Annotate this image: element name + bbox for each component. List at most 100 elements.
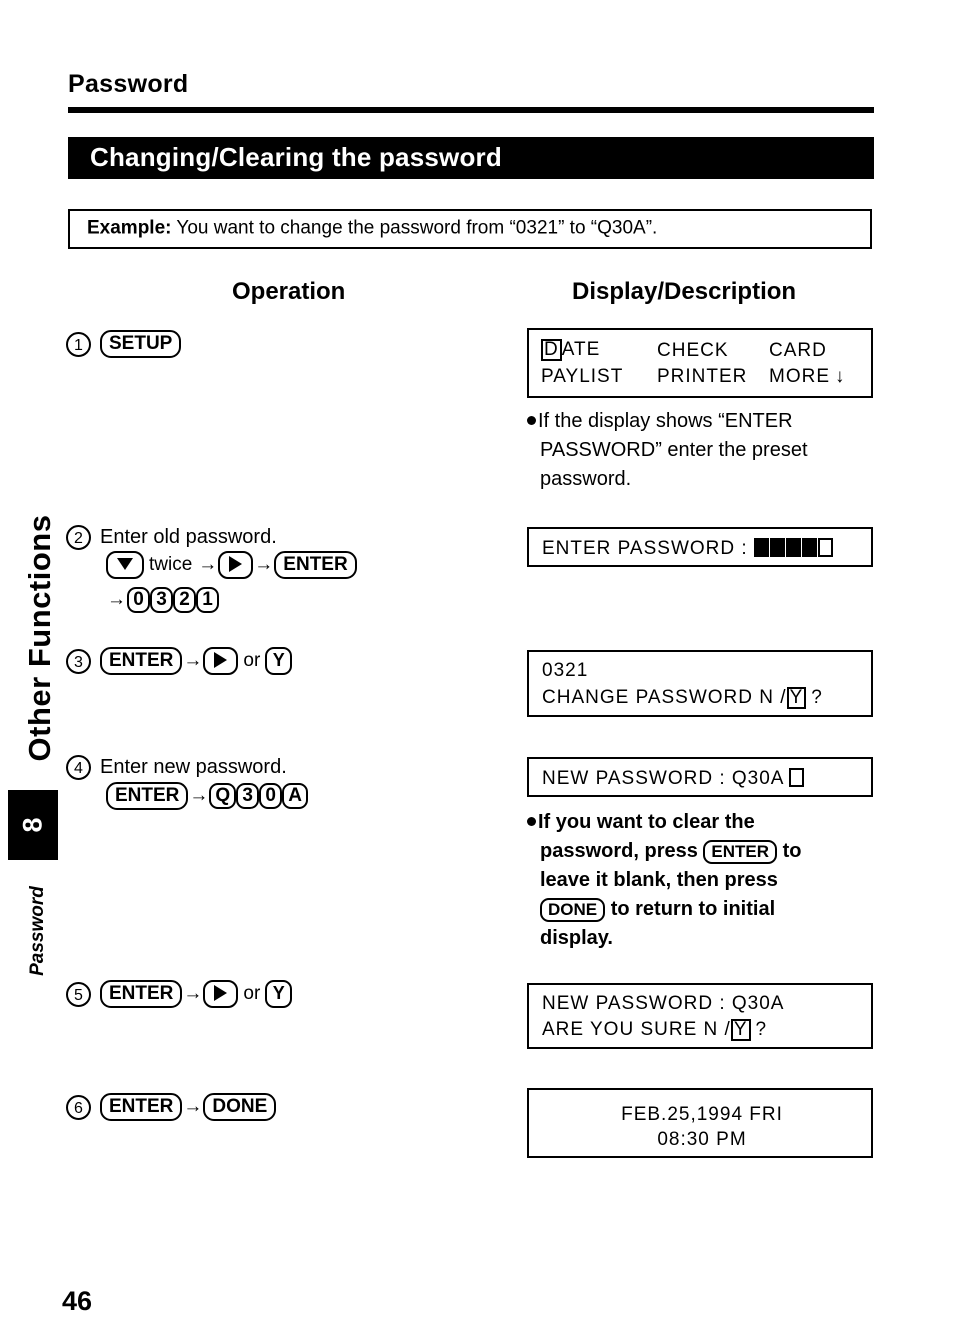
- new-password-label: NEW PASSWORD : Q30A: [542, 768, 785, 789]
- step-number-3: 3: [66, 648, 91, 674]
- key-digit-1[interactable]: 1: [196, 587, 219, 613]
- more-down-arrow-icon: ↓: [835, 366, 846, 387]
- initial-display-line1: FEB.25,1994 FRI: [621, 1104, 783, 1125]
- column-heading-display: Display/Description: [572, 278, 797, 305]
- are-you-sure-cursor-char: Y: [730, 1019, 751, 1041]
- triangle-down-icon: [117, 557, 133, 570]
- step-number-5: 5: [66, 981, 91, 1007]
- enter-password-label: ENTER PASSWORD :: [542, 538, 748, 559]
- section-heading-text: Changing/Clearing the password: [90, 141, 502, 172]
- display-change-password: 0321 CHANGE PASSWORD N / Y?: [527, 650, 873, 717]
- key-enter[interactable]: ENTER: [274, 551, 357, 579]
- key-digit-0[interactable]: 0: [127, 587, 150, 613]
- display-are-you-sure: NEW PASSWORD : Q30A ARE YOU SURE N / Y?: [527, 983, 873, 1049]
- note2-line1: If you want to clear the: [538, 811, 755, 833]
- menu-line2-col1: PAYLIST: [541, 366, 624, 387]
- password-block-filled: [785, 538, 801, 557]
- initial-display-line2: 08:30 PM: [657, 1129, 747, 1150]
- note2-line3: leave it blank, then press: [540, 869, 778, 891]
- step-2-keys-row2: → 0 3 2 1: [106, 587, 219, 613]
- arrow-connector: →: [183, 650, 203, 671]
- note1-line1: If the display shows “ENTER: [538, 410, 793, 432]
- key-enter[interactable]: ENTER: [703, 839, 778, 864]
- arrow-connector: →: [189, 785, 209, 806]
- key-enter[interactable]: ENTER: [100, 647, 183, 675]
- step-6: 6 ENTER → DONE: [66, 1093, 277, 1121]
- are-you-sure-line2-post: ?: [755, 1019, 768, 1040]
- note2-line2b: to: [782, 840, 802, 862]
- step-number-6: 6: [66, 1094, 91, 1120]
- note-clear-password: If you want to clear the password, press…: [527, 808, 887, 953]
- change-password-line1: 0321: [542, 660, 589, 681]
- step-3-or-label: or: [243, 650, 261, 671]
- bullet-icon: [527, 416, 536, 425]
- sidebar-section-label: Password: [27, 886, 48, 976]
- key-done[interactable]: DONE: [540, 897, 606, 922]
- step-2-twice-label: twice: [149, 554, 193, 575]
- key-y[interactable]: Y: [265, 647, 293, 675]
- note1-line2: PASSWORD” enter the preset: [540, 439, 808, 461]
- arrow-connector: →: [198, 554, 218, 575]
- key-digit-2[interactable]: 2: [173, 587, 196, 613]
- example-label: Example:: [87, 217, 172, 239]
- note2-line2a: password, press: [540, 840, 698, 862]
- key-digit-3[interactable]: 3: [236, 783, 260, 809]
- arrow-connector: →: [183, 983, 203, 1004]
- step-2-instruction: Enter old password.: [100, 526, 277, 548]
- step-4: 4 Enter new password.: [66, 755, 287, 780]
- step-1: 1 SETUP: [66, 330, 182, 358]
- key-right-arrow[interactable]: [203, 980, 239, 1008]
- bullet-icon: [527, 817, 536, 826]
- step-5: 5 ENTER → or Y: [66, 980, 293, 1008]
- manual-page: Other Functions 8 Password Password Chan…: [0, 0, 954, 1344]
- key-letter-a[interactable]: A: [282, 783, 308, 809]
- step-2: 2 Enter old password.: [66, 525, 277, 550]
- step-number-4: 4: [66, 755, 91, 780]
- step-number-1: 1: [66, 331, 91, 357]
- change-password-line2-pre: CHANGE PASSWORD N /: [542, 687, 787, 708]
- arrow-connector: →: [254, 554, 274, 575]
- new-password-cursor-block: [789, 768, 805, 787]
- page-number: 46: [62, 1286, 93, 1316]
- side-tab: Other Functions 8 Password: [0, 0, 70, 1344]
- password-block-filled: [801, 538, 817, 557]
- key-down-arrow[interactable]: [106, 551, 144, 579]
- step-4-keys-row: ENTER → Q 3 0 A: [106, 782, 308, 810]
- page-title: Password: [68, 70, 189, 98]
- key-right-arrow[interactable]: [218, 551, 254, 579]
- change-password-cursor-char: Y: [786, 687, 807, 709]
- key-right-arrow[interactable]: [203, 647, 239, 675]
- key-setup[interactable]: SETUP: [100, 330, 182, 358]
- are-you-sure-line2-pre: ARE YOU SURE N /: [542, 1019, 731, 1040]
- arrow-connector: →: [183, 1096, 203, 1117]
- change-password-line2-post: ?: [811, 687, 823, 708]
- key-enter[interactable]: ENTER: [106, 782, 189, 810]
- key-letter-q[interactable]: Q: [209, 783, 237, 809]
- password-block-filled: [753, 538, 769, 557]
- key-y[interactable]: Y: [265, 980, 293, 1008]
- password-block-filled: [769, 538, 785, 557]
- title-divider: [68, 107, 874, 113]
- menu-cursor-char: D: [541, 339, 562, 361]
- step-2-keys-row1: twice → → ENTER: [106, 551, 357, 579]
- note2-line4b: to return to initial: [610, 898, 776, 920]
- display-initial: FEB.25,1994 FRI 08:30 PM: [527, 1088, 873, 1158]
- display-new-password: NEW PASSWORD : Q30A: [527, 757, 873, 797]
- column-heading-operation: Operation: [232, 278, 346, 305]
- step-5-or-label: or: [243, 983, 261, 1004]
- key-enter[interactable]: ENTER: [100, 1093, 183, 1121]
- key-enter[interactable]: ENTER: [100, 980, 183, 1008]
- key-digit-0[interactable]: 0: [259, 783, 283, 809]
- display-main-menu: D ATE CHECK CARD PAYLIST PRINTER MORE ↓: [527, 328, 873, 398]
- note2-line5: display.: [540, 927, 613, 949]
- display-enter-password: ENTER PASSWORD :: [527, 527, 873, 567]
- step-3: 3 ENTER → or Y: [66, 647, 293, 675]
- sidebar-chapter-number: 8: [17, 817, 48, 833]
- menu-line1-col3: CARD: [769, 340, 827, 361]
- note-enter-password: If the display shows “ENTER PASSWORD” en…: [527, 407, 877, 494]
- key-done[interactable]: DONE: [203, 1093, 277, 1121]
- key-digit-3[interactable]: 3: [150, 587, 173, 613]
- menu-line1-rest: ATE: [561, 339, 601, 360]
- triangle-right-icon: [229, 555, 243, 572]
- section-heading-bar: Changing/Clearing the password: [68, 137, 874, 179]
